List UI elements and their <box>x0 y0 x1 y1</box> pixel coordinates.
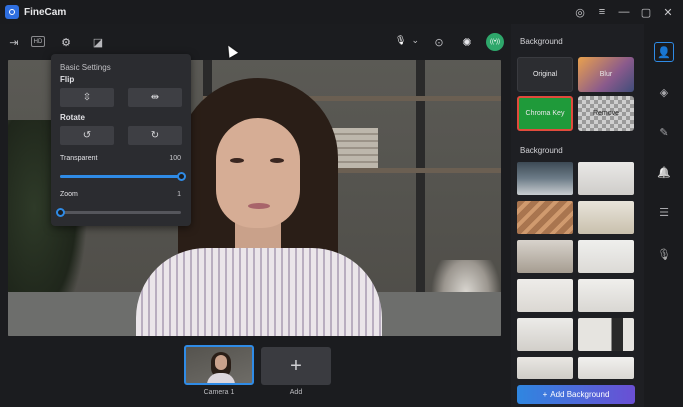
chevron-down-icon: ⌄ <box>411 35 419 45</box>
background-thumbnail[interactable] <box>578 240 634 273</box>
layers-icon[interactable]: ◈ <box>654 82 674 102</box>
basic-settings-panel: Basic Settings Flip ⇳ ⇹ Rotate ↺ ↻ Trans… <box>51 54 191 226</box>
flip-horizontal-icon: ⇹ <box>150 92 160 103</box>
background-thumbnail[interactable] <box>578 279 634 312</box>
sticker-icon[interactable]: ◪ <box>89 33 107 51</box>
effects-icon[interactable]: ✺ <box>458 33 476 51</box>
basic-settings-title: Basic Settings <box>60 63 111 72</box>
add-camera-button[interactable]: + <box>261 347 331 385</box>
menu-icon[interactable]: ≡ <box>593 3 611 21</box>
bg-mode-blur[interactable]: Blur <box>578 57 634 92</box>
transparent-value: 100 <box>169 155 181 162</box>
adjust-icon[interactable]: ☰ <box>654 202 674 222</box>
flip-horizontal-button[interactable]: ⇹ <box>128 88 182 107</box>
account-icon[interactable]: ◎ <box>571 3 589 21</box>
record-button[interactable]: ((•)) <box>486 33 504 51</box>
hd-icon[interactable]: HD <box>31 36 45 47</box>
broadcast-icon: ((•)) <box>489 39 501 45</box>
rotate-right-button[interactable]: ↻ <box>128 126 182 145</box>
background-thumbnail[interactable] <box>578 318 634 351</box>
flip-vertical-button[interactable]: ⇳ <box>60 88 114 107</box>
background-thumbnail[interactable] <box>517 357 573 379</box>
zoom-value: 1 <box>177 191 181 198</box>
transparent-slider[interactable] <box>60 172 186 181</box>
bg-mode-chroma-key[interactable]: Chroma Key <box>517 96 573 131</box>
rotate-right-icon: ↻ <box>150 130 160 141</box>
finecam-logo-icon <box>5 5 19 19</box>
background-thumbnail[interactable] <box>517 279 573 312</box>
camera-label: Camera 1 <box>203 389 235 396</box>
background-thumbnail[interactable] <box>578 201 634 234</box>
rotate-left-button[interactable]: ↺ <box>60 126 114 145</box>
microphone-icon: 🎙 <box>395 35 407 45</box>
bg-mode-remove[interactable]: Remove <box>578 96 634 131</box>
background-thumbnail[interactable] <box>517 201 573 234</box>
background-thumbnail[interactable] <box>578 357 634 379</box>
background-thumbnail[interactable] <box>578 162 634 195</box>
transparent-label: Transparent <box>60 155 98 162</box>
zoom-label: Zoom <box>60 191 78 198</box>
magic-wand-icon[interactable]: ✎ <box>654 122 674 142</box>
bell-icon[interactable]: 🔔 <box>654 162 674 182</box>
add-camera-label: Add <box>289 389 303 396</box>
background-panel: Background Original Blur Chroma Key Remo… <box>511 24 644 407</box>
flip-vertical-icon: ⇳ <box>82 92 92 103</box>
background-library-heading: Background <box>520 146 563 155</box>
microphone-icon[interactable]: 🎙 <box>654 244 674 264</box>
rotate-label: Rotate <box>60 113 85 122</box>
background-thumbnail[interactable] <box>517 318 573 351</box>
exit-icon[interactable]: ⇥ <box>5 33 23 51</box>
bg-mode-original[interactable]: Original <box>517 57 573 92</box>
add-background-label: Add Background <box>550 390 610 399</box>
zoom-slider-handle[interactable] <box>56 208 65 217</box>
plus-icon: + <box>542 390 548 399</box>
close-button[interactable]: ✕ <box>659 3 677 21</box>
title-bar: FineCam ◎ ≡ — ▢ ✕ <box>0 0 683 24</box>
mic-selector[interactable]: 🎙 ⌄ <box>395 35 419 46</box>
camera-thumbnail[interactable] <box>184 345 254 385</box>
maximize-button[interactable]: ▢ <box>637 3 655 21</box>
background-heading: Background <box>520 37 563 46</box>
background-thumbnail[interactable] <box>517 162 573 195</box>
transparent-slider-handle[interactable] <box>177 172 186 181</box>
person-icon[interactable]: 👤 <box>654 42 674 62</box>
minimize-button[interactable]: — <box>615 3 633 21</box>
zoom-slider[interactable] <box>56 208 181 217</box>
app-title: FineCam <box>24 6 67 18</box>
camera-snapshot-icon[interactable]: ⊙ <box>430 33 448 51</box>
window-controls: ◎ ≡ — ▢ ✕ <box>571 3 677 21</box>
rotate-left-icon: ↺ <box>82 130 92 141</box>
plus-icon: + <box>290 354 302 377</box>
add-background-button[interactable]: + Add Background <box>517 385 635 404</box>
person-face <box>216 118 300 228</box>
person-shirt <box>136 248 382 336</box>
flip-label: Flip <box>60 75 75 84</box>
settings-icon[interactable]: ⚙ <box>57 33 75 51</box>
background-thumbnail[interactable] <box>517 240 573 273</box>
side-rail: 👤 ◈ ✎ 🔔 ☰ 🎙 <box>644 24 683 407</box>
